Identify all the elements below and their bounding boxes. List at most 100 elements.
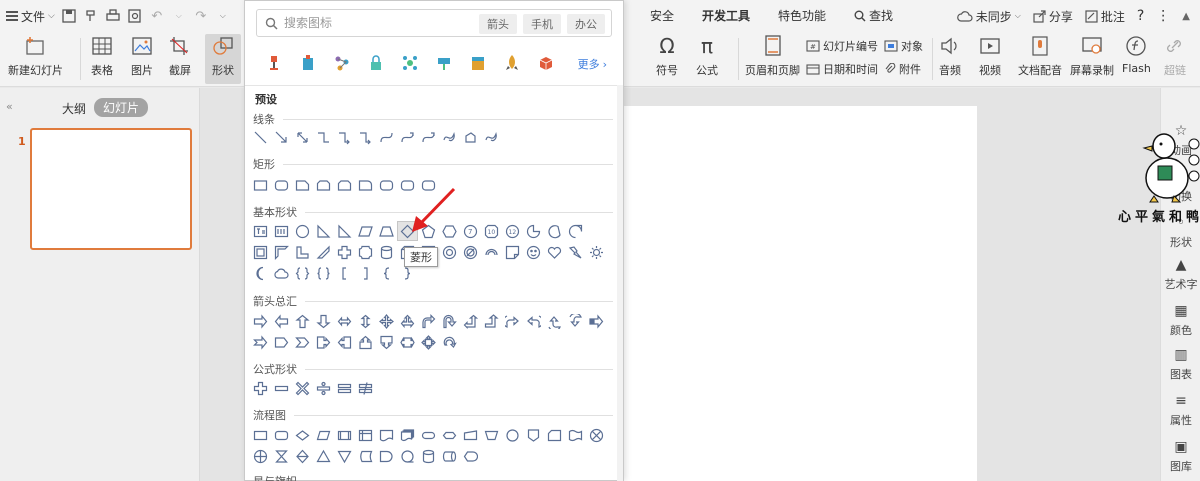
f-man-op-shape[interactable] xyxy=(481,425,502,445)
sidebar-item-color[interactable]: ▦ 颜色 xyxy=(1161,302,1200,338)
lshape-shape[interactable] xyxy=(292,242,313,262)
tab-outline[interactable]: 大纲 xyxy=(62,100,86,117)
snip2-shape[interactable] xyxy=(313,175,334,195)
voiceover-button[interactable]: 文档配音 xyxy=(1018,34,1062,78)
line-shape[interactable] xyxy=(250,127,271,147)
table-button[interactable]: 表格 xyxy=(90,34,114,78)
div-shape[interactable] xyxy=(313,378,334,398)
tab-security[interactable]: 安全 xyxy=(636,0,688,32)
dblarrow-shape[interactable] xyxy=(292,127,313,147)
freeform-shape[interactable] xyxy=(460,127,481,147)
heart-shape[interactable] xyxy=(544,242,565,262)
curve-a-shape[interactable] xyxy=(397,127,418,147)
call-l-r-shape[interactable] xyxy=(397,332,418,352)
para-shape[interactable] xyxy=(355,221,376,241)
elbow-shape[interactable] xyxy=(313,127,334,147)
round1-shape[interactable] xyxy=(355,175,376,195)
call-u-shape[interactable] xyxy=(355,332,376,352)
signpost-icon[interactable] xyxy=(427,51,461,75)
f-data-shape[interactable] xyxy=(313,425,334,445)
smiley-shape[interactable] xyxy=(523,242,544,262)
a-curv-d-shape[interactable] xyxy=(565,311,586,331)
flash-button[interactable]: Flash xyxy=(1122,34,1151,75)
call-l-shape[interactable] xyxy=(334,332,355,352)
snip1-shape[interactable] xyxy=(292,175,313,195)
lamp-icon[interactable] xyxy=(257,51,291,75)
building-icon[interactable] xyxy=(291,51,325,75)
rbrk-shape[interactable] xyxy=(355,263,376,283)
print-preview-icon[interactable] xyxy=(127,8,143,24)
circle-shape[interactable] xyxy=(292,221,313,241)
picture-button[interactable]: 图片 xyxy=(130,34,154,78)
circ-arrow-shape[interactable] xyxy=(439,332,460,352)
a-l-u-shape[interactable] xyxy=(460,311,481,331)
trap-shape[interactable] xyxy=(376,221,397,241)
shape-search-input[interactable] xyxy=(284,16,464,30)
object-button[interactable]: 对象 xyxy=(884,38,923,54)
search-button[interactable]: 查找 xyxy=(840,0,907,32)
call-r-shape[interactable] xyxy=(313,332,334,352)
rrect-shape[interactable] xyxy=(271,175,292,195)
vtext-shape[interactable] xyxy=(271,221,292,241)
save-icon[interactable] xyxy=(61,8,77,24)
moon-shape[interactable] xyxy=(250,263,271,283)
customize-dropdown-icon[interactable]: ⌵ xyxy=(215,8,231,24)
tag-office[interactable]: 办公 xyxy=(567,14,605,34)
a-notch-shape[interactable] xyxy=(250,332,271,352)
tab-special-features[interactable]: 特色功能 xyxy=(764,0,840,32)
f-term-shape[interactable] xyxy=(418,425,439,445)
scribble-shape[interactable] xyxy=(439,127,460,147)
curve-shape[interactable] xyxy=(376,127,397,147)
molecule-icon[interactable] xyxy=(393,51,427,75)
pent-arrow-shape[interactable] xyxy=(271,332,292,352)
f-int-shape[interactable] xyxy=(355,425,376,445)
elbow-a-shape[interactable] xyxy=(334,127,355,147)
arrowline-shape[interactable] xyxy=(271,127,292,147)
mult-shape[interactable] xyxy=(292,378,313,398)
video-button[interactable]: 视频 xyxy=(978,34,1002,78)
call-d-shape[interactable] xyxy=(376,332,397,352)
comment-button[interactable]: 批注 xyxy=(1085,8,1125,25)
a-curv-r-shape[interactable] xyxy=(502,311,523,331)
slide-number-button[interactable]: # 幻灯片编号 xyxy=(806,38,878,54)
network-icon[interactable] xyxy=(325,51,359,75)
scrollbar[interactable] xyxy=(617,85,623,481)
f-merge-shape[interactable] xyxy=(334,446,355,466)
nosym-shape[interactable] xyxy=(460,242,481,262)
audio-button[interactable]: 音频 xyxy=(938,34,962,78)
sidebar-item-chart[interactable]: ▥ 图表 xyxy=(1161,346,1200,382)
new-slide-button[interactable]: 新建幻灯片 xyxy=(8,34,63,78)
a-u-d-shape[interactable] xyxy=(355,311,376,331)
hyperlink-button[interactable]: 超链 xyxy=(1163,34,1187,78)
header-footer-button[interactable]: 页眉和页脚 xyxy=(745,34,800,78)
f-extract-shape[interactable] xyxy=(313,446,334,466)
screenshot-button[interactable]: 截屏 xyxy=(168,34,192,78)
a-curv-l-shape[interactable] xyxy=(523,311,544,331)
neq-shape[interactable] xyxy=(355,378,376,398)
f-stored-shape[interactable] xyxy=(355,446,376,466)
lock-icon[interactable] xyxy=(359,51,393,75)
num12-shape[interactable]: 12 xyxy=(502,221,523,241)
more-options-button[interactable]: ⋮ xyxy=(1156,8,1170,24)
f-proc-shape[interactable] xyxy=(250,425,271,445)
fold-shape[interactable] xyxy=(502,242,523,262)
f-pre-shape[interactable] xyxy=(334,425,355,445)
print-icon[interactable] xyxy=(105,8,121,24)
f-conn-shape[interactable] xyxy=(502,425,523,445)
sync-status-button[interactable]: 未同步 ⌵ xyxy=(956,8,1021,25)
tab-slides[interactable]: 幻灯片 xyxy=(94,98,149,117)
date-time-button[interactable]: 日期和时间 xyxy=(806,61,878,77)
brkt2-shape[interactable] xyxy=(292,263,313,283)
f-offp-shape[interactable] xyxy=(523,425,544,445)
f-delay-shape[interactable] xyxy=(376,446,397,466)
rrect-shape[interactable] xyxy=(376,175,397,195)
f-direct-shape[interactable] xyxy=(439,446,460,466)
redo-icon[interactable]: ↷ xyxy=(193,8,209,24)
f-seq-shape[interactable] xyxy=(397,446,418,466)
rtri-shape[interactable] xyxy=(334,221,355,241)
format-painter-icon[interactable] xyxy=(83,8,99,24)
f-sum-shape[interactable] xyxy=(586,425,607,445)
tear-shape[interactable] xyxy=(565,221,586,241)
file-menu-button[interactable]: 文件 ⌵ xyxy=(6,8,55,25)
shape-search-box[interactable]: 箭头 手机 办公 xyxy=(256,9,612,37)
